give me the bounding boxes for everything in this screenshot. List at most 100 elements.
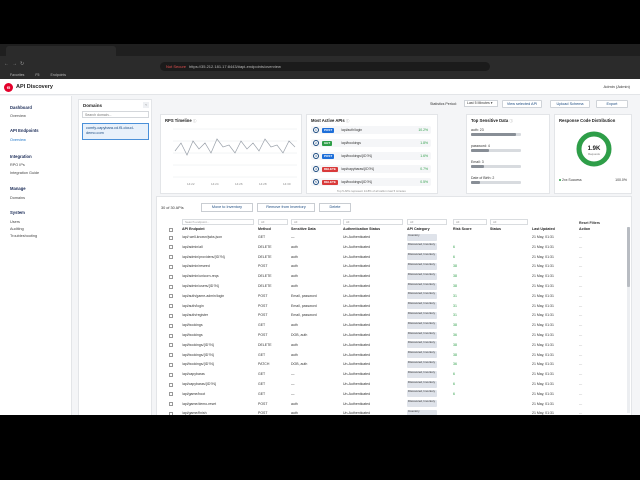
row-actions-menu[interactable]: … <box>579 343 583 347</box>
row-actions-menu[interactable]: … <box>579 353 583 357</box>
endpoint-cell[interactable]: /api/auth/game-admin/login <box>182 294 224 298</box>
endpoint-cell[interactable]: /api/admin/reseed <box>182 264 210 268</box>
row-checkbox[interactable] <box>169 304 173 309</box>
scrollbar-thumb[interactable] <box>627 227 630 287</box>
endpoint-cell[interactable]: /api/auth/login <box>182 304 204 308</box>
row-checkbox[interactable] <box>169 264 173 269</box>
browser-tab[interactable] <box>6 46 116 56</box>
row-checkbox[interactable] <box>169 392 173 397</box>
bookmark-item[interactable]: Endpoints <box>50 73 66 77</box>
active-api-row[interactable]: 5 DELETE /api/bookings/{ID?N} 0.5% <box>311 178 431 186</box>
column-header-auth-status[interactable]: Authentication Status <box>343 227 380 231</box>
endpoint-cell[interactable]: /api/capybaras/{ID?N} <box>182 382 216 386</box>
row-actions-menu[interactable]: … <box>579 333 583 337</box>
sensitive-data-filter[interactable]: All <box>291 219 341 225</box>
auth-status-filter[interactable]: All <box>343 219 403 225</box>
nav-item-integration-guide[interactable]: Integration Guide <box>10 171 39 175</box>
endpoint-cell[interactable]: /api/bookings <box>182 323 203 327</box>
status-filter[interactable]: All <box>490 219 528 225</box>
column-header-last-updated[interactable]: Last Updated <box>532 227 555 231</box>
collapse-panel-button[interactable]: ‹ <box>143 102 149 108</box>
row-actions-menu[interactable]: … <box>579 313 583 317</box>
column-header-risk-score[interactable]: Risk Score <box>453 227 472 231</box>
row-checkbox[interactable] <box>169 313 173 318</box>
endpoint-cell[interactable]: /api/auth/register <box>182 313 208 317</box>
nav-item-users[interactable]: Users <box>10 220 20 224</box>
row-actions-menu[interactable]: … <box>579 255 583 259</box>
endpoint-search-filter[interactable]: Search endpoint... <box>182 219 254 225</box>
risk-score-filter[interactable]: All <box>453 219 487 225</box>
remove-from-inventory-button[interactable]: Remove from Inventory <box>257 203 315 212</box>
row-actions-menu[interactable]: … <box>579 411 583 415</box>
row-checkbox[interactable] <box>169 294 173 299</box>
delete-button[interactable]: Delete <box>319 203 351 212</box>
endpoint-cell[interactable]: /api/game/boot <box>182 392 205 396</box>
column-header-status[interactable]: Status <box>490 227 501 231</box>
endpoint-cell[interactable]: /api/.well-known/jwks.json <box>182 235 222 239</box>
nav-item-endpoints-overview[interactable]: Overview <box>10 138 26 142</box>
column-header-category[interactable]: API Category <box>407 227 430 231</box>
endpoint-cell[interactable]: /api/bookings <box>182 333 203 337</box>
export-button[interactable]: Export <box>596 100 628 108</box>
row-checkbox[interactable] <box>169 411 173 415</box>
row-checkbox[interactable] <box>169 333 173 338</box>
row-actions-menu[interactable]: … <box>579 284 583 288</box>
bookmark-item[interactable]: Favorites <box>10 73 24 77</box>
active-api-row[interactable]: 3 POST /api/bookings/{ID?N} 1.6% <box>311 152 431 160</box>
endpoint-cell[interactable]: /api/game/finish <box>182 411 207 415</box>
row-checkbox[interactable] <box>169 284 173 289</box>
row-checkbox[interactable] <box>169 343 173 348</box>
row-actions-menu[interactable]: … <box>579 264 583 268</box>
domain-list-item[interactable]: comfy-capybara.cd.f5-cloud-demo.com <box>82 123 149 140</box>
upload-schema-button[interactable]: Upload Schema <box>550 100 590 108</box>
info-icon[interactable]: ⓘ <box>509 119 513 123</box>
endpoint-cell[interactable]: /api/capybaras <box>182 372 205 376</box>
select-all-checkbox[interactable] <box>169 228 173 232</box>
row-actions-menu[interactable]: … <box>579 323 583 327</box>
active-api-row[interactable]: 4 DELETE /api/capybaras/{ID?N} 0.7% <box>311 165 431 173</box>
browser-nav-buttons[interactable]: ←→↻ <box>4 61 27 67</box>
row-checkbox[interactable] <box>169 362 173 367</box>
row-actions-menu[interactable]: … <box>579 392 583 396</box>
info-icon[interactable]: ⓘ <box>346 119 350 123</box>
method-filter[interactable]: All <box>258 219 288 225</box>
row-checkbox[interactable] <box>169 274 173 279</box>
nav-item-auditing[interactable]: Auditing <box>10 227 24 231</box>
row-checkbox[interactable] <box>169 323 173 328</box>
row-actions-menu[interactable]: … <box>579 235 583 239</box>
view-selected-api-button[interactable]: View selected API <box>502 100 542 108</box>
row-actions-menu[interactable]: … <box>579 304 583 308</box>
category-filter[interactable]: All <box>407 219 447 225</box>
column-header-sensitive-data[interactable]: Sensitive Data <box>291 227 316 231</box>
row-actions-menu[interactable]: … <box>579 294 583 298</box>
row-actions-menu[interactable]: … <box>579 372 583 376</box>
bookmark-item[interactable]: F5 <box>35 73 39 77</box>
endpoint-cell[interactable]: /api/admin/all <box>182 245 203 249</box>
endpoint-cell[interactable]: /api/bookings/{ID?N} <box>182 362 214 366</box>
move-to-inventory-button[interactable]: Move to Inventory <box>201 203 253 212</box>
column-header-endpoint[interactable]: API Endpoint <box>182 227 205 231</box>
row-actions-menu[interactable]: … <box>579 362 583 366</box>
endpoint-cell[interactable]: /api/bookings/{ID?N} <box>182 353 214 357</box>
row-checkbox[interactable] <box>169 255 173 260</box>
endpoint-cell[interactable]: /api/admin/users/{ID?N} <box>182 284 219 288</box>
nav-item-rpo-ips[interactable]: RPO IPs <box>10 163 25 167</box>
row-actions-menu[interactable]: … <box>579 402 583 406</box>
user-menu[interactable]: Admin (Admin) <box>604 84 630 89</box>
endpoint-cell[interactable]: /api/admin/unicorn-reqs <box>182 274 219 278</box>
domain-search-input[interactable] <box>82 111 149 118</box>
endpoint-cell[interactable]: /api/game/demo-reset <box>182 402 216 406</box>
endpoint-cell[interactable]: /api/bookings/{ID?N} <box>182 343 214 347</box>
nav-item-troubleshooting[interactable]: Troubleshooting <box>10 234 37 238</box>
column-header-method[interactable]: Method <box>258 227 271 231</box>
row-checkbox[interactable] <box>169 235 173 240</box>
row-actions-menu[interactable]: … <box>579 274 583 278</box>
stats-period-select[interactable]: Last 5 Minutes ▾ <box>464 100 498 107</box>
row-checkbox[interactable] <box>169 245 173 250</box>
active-api-row[interactable]: 1 POST /api/auth/login 10.2% <box>311 126 431 134</box>
table-scrollbar[interactable] <box>627 227 630 413</box>
row-checkbox[interactable] <box>169 402 173 407</box>
address-bar[interactable]: Not Secure https://35.212.181.17:8443/#ap… <box>160 62 490 71</box>
row-actions-menu[interactable]: … <box>579 245 583 249</box>
row-checkbox[interactable] <box>169 353 173 358</box>
